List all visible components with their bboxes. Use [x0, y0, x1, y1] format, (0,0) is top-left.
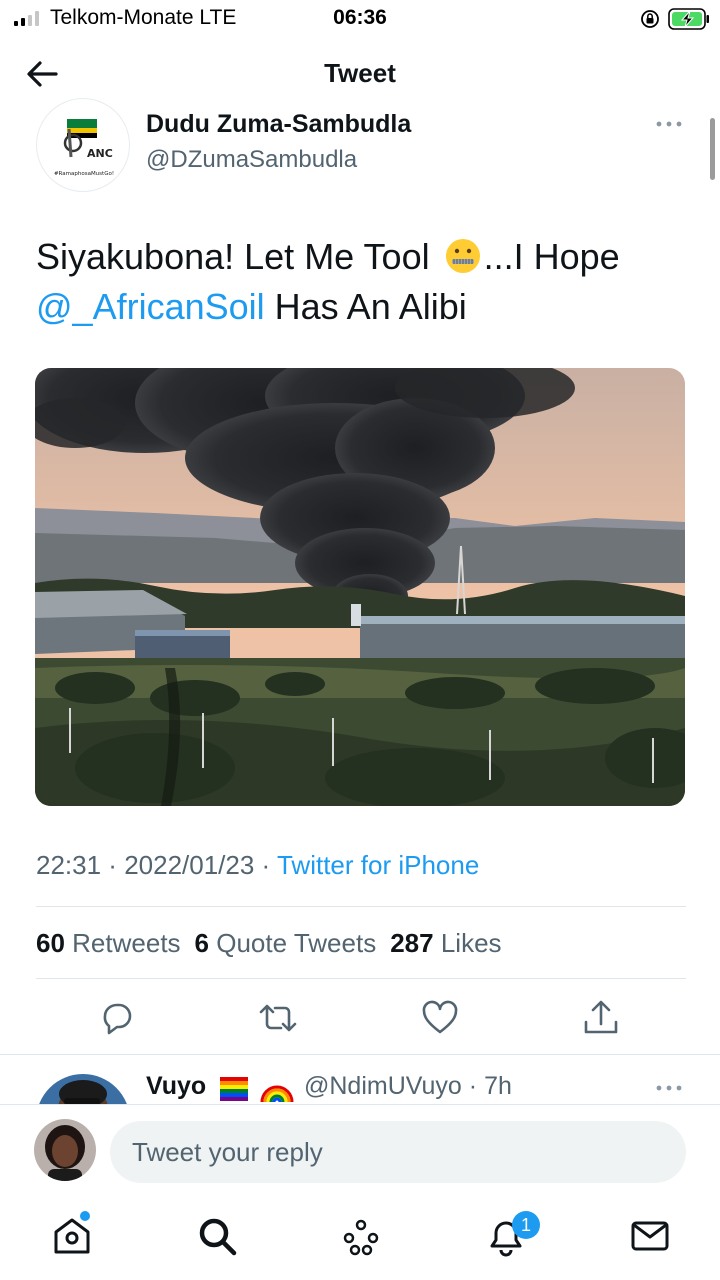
home-icon[interactable]	[50, 1214, 94, 1258]
avatar-caption: #RamaphosaMustGo!	[54, 171, 114, 177]
author-handle[interactable]: @DZumaSambudla	[146, 146, 357, 174]
retweets-label: Retweets	[72, 928, 181, 958]
header: Tweet	[0, 40, 720, 106]
search-icon[interactable]	[195, 1214, 239, 1258]
tweet-stats: 60 Retweets 6 Quote Tweets 287 Likes	[36, 928, 502, 959]
notification-badge: 1	[512, 1211, 540, 1239]
like-icon[interactable]	[420, 998, 460, 1038]
tweet-photo[interactable]	[35, 368, 685, 806]
divider	[0, 1054, 720, 1055]
rainbow-flag-icon	[220, 1077, 248, 1101]
battery-charging-icon	[668, 8, 709, 30]
divider	[36, 906, 686, 907]
page-title: Tweet	[324, 58, 396, 88]
my-avatar-image	[34, 1119, 96, 1181]
tweet-time: 22:31	[36, 850, 102, 880]
likes-label: Likes	[440, 928, 502, 958]
reply-time-ago: 7h	[484, 1072, 512, 1100]
more-options-icon[interactable]	[652, 1078, 686, 1098]
reply-separator: ·	[468, 1072, 478, 1100]
reply-input[interactable]	[110, 1121, 686, 1183]
quotes-label: Quote Tweets	[216, 928, 377, 958]
quotes-count: 6	[194, 928, 210, 958]
tweet-source-link[interactable]: Twitter for iPhone	[277, 850, 479, 880]
author-name[interactable]: Dudu Zuma-Sambudla	[146, 110, 411, 139]
tab-bar	[0, 1200, 720, 1280]
avatar-text: ANC	[87, 147, 113, 160]
reply-handle-text: @NdimUVuyo	[304, 1072, 462, 1100]
reply-icon[interactable]	[97, 998, 137, 1038]
status-time: 06:36	[333, 6, 387, 29]
anc-logo-icon: ANC #RamaphosaMustGo!	[54, 119, 114, 177]
likes-stat[interactable]: 287 Likes	[390, 928, 501, 958]
orientation-lock-icon	[641, 10, 659, 28]
author-avatar[interactable]: ANC #RamaphosaMustGo!	[36, 98, 130, 192]
photo-smoke-fire-image	[35, 368, 685, 806]
spaces-icon[interactable]	[339, 1214, 383, 1258]
retweet-icon[interactable]	[258, 998, 298, 1038]
rainbow-icon	[260, 1085, 294, 1102]
zipper-mouth-face-icon	[445, 239, 480, 273]
home-unread-dot	[80, 1211, 90, 1221]
tweet-text: Siyakubona! Let Me Tool ...I Hope @_Afric…	[36, 232, 686, 332]
reply-composer	[0, 1104, 720, 1200]
tweet-date: 2022/01/23	[124, 850, 255, 880]
retweets-stat[interactable]: 60 Retweets	[36, 928, 181, 958]
tweet-text-part: Has An Alibi	[264, 286, 467, 327]
mention-link[interactable]: @_AfricanSoil	[36, 286, 265, 327]
status-bar: Telkom-Monate LTE 06:36	[0, 0, 720, 40]
quotes-stat[interactable]: 6 Quote Tweets	[195, 928, 377, 958]
reply-author-name[interactable]: Vuyo	[146, 1072, 206, 1101]
tweet-text-part: Siyakubona! Let Me Tool	[36, 236, 440, 277]
likes-count: 287	[390, 928, 434, 958]
more-options-icon[interactable]	[652, 114, 686, 134]
scroll-indicator[interactable]	[710, 118, 715, 180]
messages-icon[interactable]	[628, 1214, 672, 1258]
divider	[36, 978, 686, 979]
tweet-timestamp: 22:31 · 2022/01/23 · Twitter for iPhone	[36, 850, 480, 880]
share-icon[interactable]	[581, 998, 621, 1038]
my-avatar[interactable]	[34, 1119, 96, 1181]
reply-handle[interactable]: @NdimUVuyo · 7h	[304, 1072, 512, 1101]
tweet-text-part: ...I Hope	[483, 236, 620, 277]
retweets-count: 60	[36, 928, 65, 958]
